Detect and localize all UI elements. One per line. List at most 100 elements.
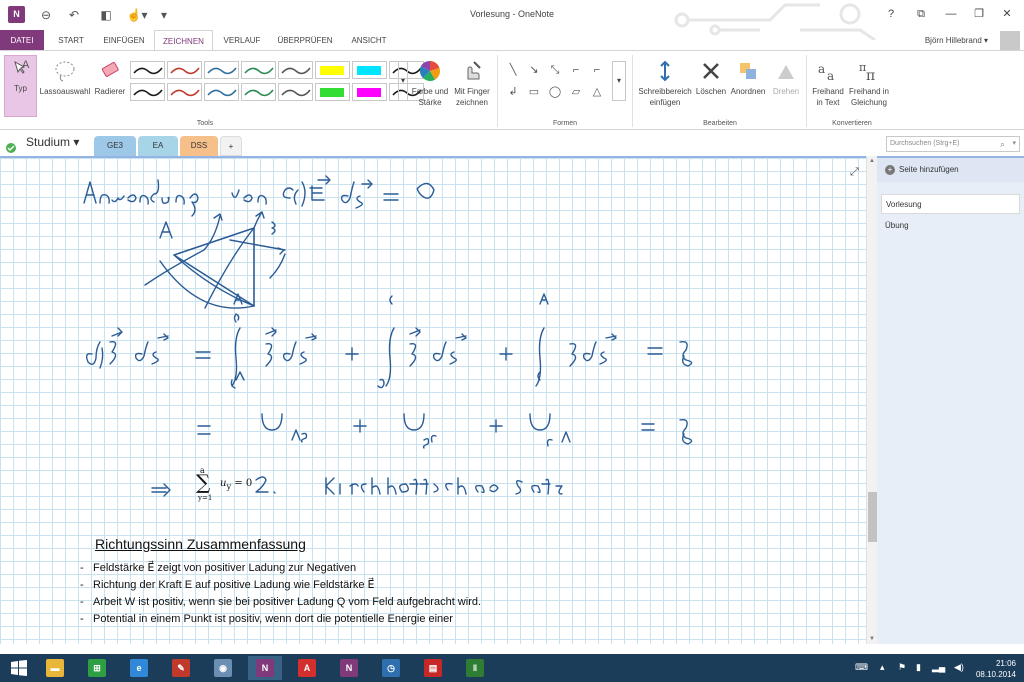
search-icon[interactable]: ⌕ [1000,137,1005,151]
pen-swatch[interactable] [167,61,202,79]
taskbar-app-clock-app[interactable]: ◷ [374,656,408,680]
user-name[interactable]: Björn Hillebrand ▾ [925,36,988,45]
taskbar-app-store[interactable]: ⊞ [80,656,114,680]
type-button[interactable]: A Typ [4,55,37,117]
add-page-button[interactable]: + Seite hinzufügen [877,158,1024,182]
highlighter-swatch[interactable] [315,83,350,101]
highlighter-fill [320,66,344,75]
pen-stroke-icon [207,89,237,97]
page-item-uebung[interactable]: Übung [881,216,1020,236]
flag-icon[interactable]: ⚑ [898,662,906,673]
search-input[interactable]: Durchsuchen (Strg+E) ⌕ ▾ [886,136,1020,152]
keyboard-icon[interactable]: ⌨ [855,662,868,673]
finger-draw-button[interactable]: Mit Finger zeichnen [451,59,493,108]
pen-swatch[interactable] [278,61,313,79]
add-section-button[interactable]: + [220,136,242,156]
battery-icon[interactable]: ▮ [916,662,921,673]
tab-start[interactable]: START [50,30,92,51]
tab-draw[interactable]: ZEICHNEN [154,30,213,51]
close-button[interactable]: ✕ [996,5,1018,23]
ellipse-shape-icon[interactable]: ◯ [546,83,564,101]
ink-equation-integrals [85,293,693,389]
arrange-label: Anordnen [730,87,766,96]
scroll-down-icon[interactable]: ▼ [869,636,875,642]
taskbar-app-acrobat[interactable]: A [290,656,324,680]
scrollbar-thumb[interactable] [868,492,877,542]
ink-to-text-button[interactable]: aa Freihand in Text [810,59,846,108]
axis-arrow-shape-icon[interactable]: ⌐ [588,61,606,79]
tab-insert[interactable]: EINFÜGEN [96,30,152,51]
fullscreen-button[interactable]: ⧉ [910,5,932,23]
pen-swatch[interactable] [204,61,239,79]
arrange-button[interactable]: Anordnen [728,59,768,97]
double-arrow-shape-icon[interactable]: ⤡ [546,61,564,79]
type-label: Typ [14,84,27,93]
taskbar-app-app-paint[interactable]: ◉ [206,656,240,680]
pen-swatch[interactable] [278,83,313,101]
highlighter-swatch[interactable] [315,61,350,79]
pen-swatch[interactable] [241,61,276,79]
color-thickness-button[interactable]: Farbe und Stärke [410,59,450,108]
taskbar-app-internet-explorer[interactable]: e [122,656,156,680]
taskbar-app-food-app[interactable]: ǁ [458,656,492,680]
volume-icon[interactable]: ◀) [954,662,964,673]
tray-expand-icon[interactable]: ▴ [880,662,885,673]
taskbar-app-onenote[interactable]: N [248,656,282,680]
summary-block[interactable]: Richtungssinn Zusammenfassung Feldstärke… [78,536,518,628]
convert-group-label: Konvertieren [832,120,872,127]
start-button[interactable] [2,656,36,680]
pen-stroke-icon [170,67,200,75]
pen-swatch[interactable] [204,83,239,101]
lasso-button[interactable]: Lassoauswahl [39,59,91,97]
page-canvas[interactable]: a ∑ y=1 uy = 0 Richtungssinn Zusammenfas… [0,156,866,644]
section-tab-ge3[interactable]: GE3 [94,136,136,156]
network-icon[interactable]: ▂▄ [932,662,945,673]
tab-history[interactable]: VERLAUF [218,30,266,51]
parallelogram-shape-icon[interactable]: ▱ [567,83,585,101]
pen-gallery-more[interactable]: ▾ [398,61,408,101]
tab-file[interactable]: DATEI [0,30,44,51]
restore-button[interactable]: ❐ [968,5,990,23]
axis-shape-icon[interactable]: ⌐ [567,61,585,79]
eraser-button[interactable]: Radierer [92,59,128,97]
tab-review[interactable]: ÜBERPRÜFEN [272,30,338,51]
tab-view[interactable]: ANSICHT [342,30,396,51]
vertical-scrollbar[interactable]: ▲ ▼ [866,156,877,644]
list-item: Arbeit W ist positiv, wenn sie bei posit… [78,594,518,611]
taskbar-app-file-explorer[interactable]: ▬ [38,656,72,680]
pen-swatch[interactable] [167,83,202,101]
ink-kirchhoff-note [151,476,563,497]
ink-to-math-button[interactable]: ππ Freihand in Gleichung [846,59,892,108]
corner-shape-icon[interactable]: ↲ [504,83,522,101]
pen-swatch[interactable] [130,61,165,79]
notebook-switcher[interactable]: Studium ▾ [26,135,79,149]
insert-space-button[interactable]: Schreibbereich einfügen [636,59,694,108]
delete-button[interactable]: Löschen [694,59,728,97]
pen-swatch[interactable] [241,83,276,101]
search-scope-dropdown-icon[interactable]: ▾ [1012,137,1016,151]
rectangle-shape-icon[interactable]: ▭ [525,83,543,101]
highlighter-swatch[interactable] [352,61,387,79]
avatar[interactable] [1000,31,1020,51]
section-tab-ea[interactable]: EA [138,136,178,156]
taskbar-app-app-feather[interactable]: ✎ [164,656,198,680]
expand-icon[interactable]: ⤢ [850,166,864,180]
shape-gallery-more[interactable]: ▾ [612,61,626,101]
line-shape-icon[interactable]: ╲ [504,61,522,79]
triangle-shape-icon[interactable]: △ [588,83,606,101]
clock[interactable]: 21:06 08.10.2014 [976,658,1016,680]
rotate-button[interactable]: Drehen [770,59,802,97]
section-tab-dss[interactable]: DSS [180,136,218,156]
arrow-shape-icon[interactable]: ↘ [525,61,543,79]
taskbar-app-onenote-tool[interactable]: N [332,656,366,680]
highlighter-swatch[interactable] [352,83,387,101]
pen-stroke-icon [133,67,163,75]
taskbar-app-news-app[interactable]: ▤ [416,656,450,680]
minimize-button[interactable]: — [940,5,962,23]
group-separator [497,55,498,127]
page-item-vorlesung[interactable]: Vorlesung [881,194,1020,214]
help-button[interactable]: ? [880,5,902,23]
ribbon: A Typ Lassoauswahl Radierer ▾ Farbe und … [0,50,1024,130]
scroll-up-icon[interactable]: ▲ [869,158,875,164]
pen-swatch[interactable] [130,83,165,101]
